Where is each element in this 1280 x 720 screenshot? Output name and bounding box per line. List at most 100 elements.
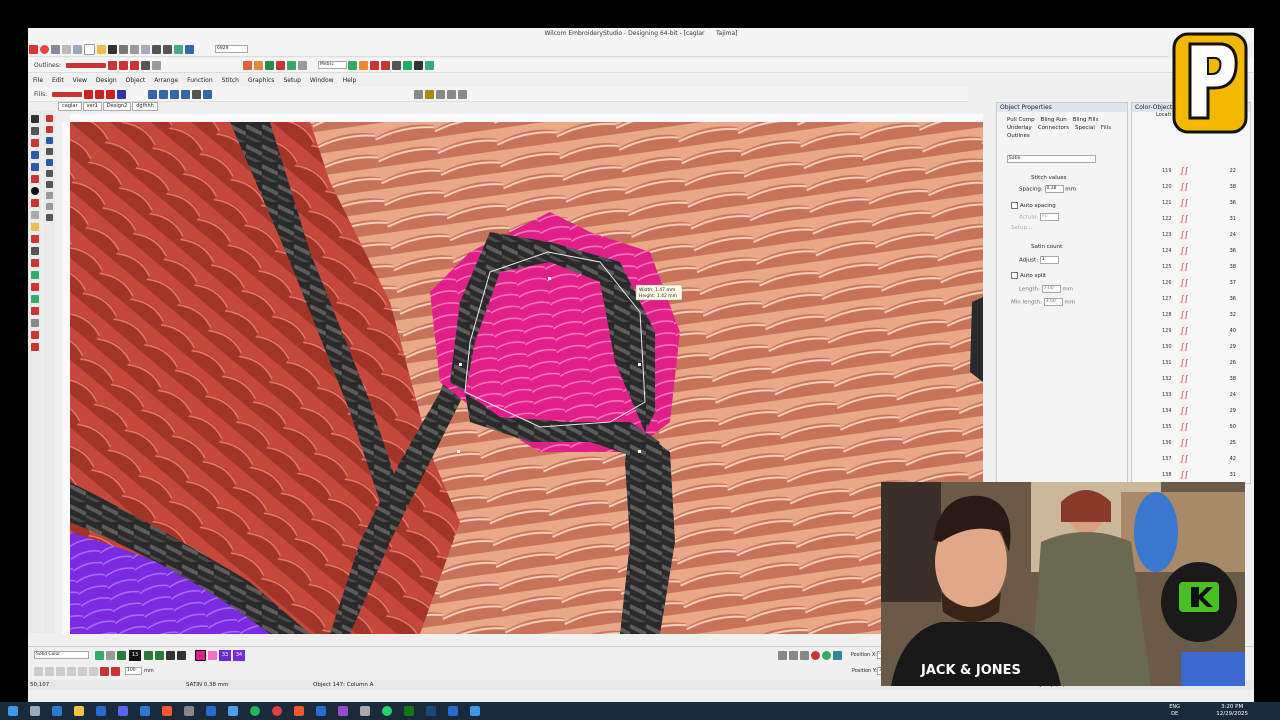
- polygon-icon[interactable]: [45, 214, 53, 221]
- discord-icon[interactable]: [118, 706, 128, 716]
- distribute-icon[interactable]: [458, 89, 468, 99]
- spacing-input[interactable]: 0.38: [1044, 185, 1064, 193]
- lettering-icon[interactable]: [31, 151, 39, 159]
- zoom-100-input[interactable]: 100: [125, 667, 142, 675]
- bling-icon[interactable]: [31, 331, 39, 339]
- hole-icon[interactable]: [31, 283, 39, 291]
- menu-arrange[interactable]: Arrange: [154, 77, 178, 84]
- color-object-row[interactable]: 121 ∫∫ 36: [1134, 195, 1244, 211]
- curve-icon[interactable]: [45, 181, 53, 188]
- auto-spacing-checkbox[interactable]: [1011, 202, 1018, 209]
- run-icon[interactable]: [107, 60, 117, 70]
- satin-outline-icon[interactable]: [151, 60, 161, 70]
- language-indicator[interactable]: ENG DE: [1169, 704, 1180, 718]
- setup-button[interactable]: Setup...: [1011, 225, 1032, 231]
- grid-icon[interactable]: [297, 60, 307, 70]
- paste-icon[interactable]: [141, 44, 150, 54]
- tab-connectors[interactable]: Connectors: [1038, 124, 1069, 132]
- tab-fills[interactable]: Fills: [1100, 124, 1112, 132]
- thread-13-swatch[interactable]: 13: [129, 649, 141, 661]
- stitch-edit-icon[interactable]: [31, 235, 39, 243]
- adjust-input[interactable]: 1: [1039, 256, 1059, 264]
- length-input[interactable]: 7.00: [1041, 285, 1061, 293]
- app-icon-17[interactable]: [360, 706, 370, 716]
- whatsapp-icon[interactable]: [382, 706, 392, 716]
- tab-bling-run[interactable]: Bling Run: [1041, 116, 1067, 124]
- menu-graphics[interactable]: Graphics: [248, 77, 275, 84]
- brave-icon[interactable]: [294, 706, 304, 716]
- min-length-input[interactable]: 3.50: [1043, 298, 1063, 306]
- tool-g-icon[interactable]: [100, 666, 109, 676]
- monogram-icon[interactable]: [402, 60, 412, 70]
- reshape-icon[interactable]: [148, 89, 158, 99]
- hoop-icon[interactable]: [174, 44, 183, 54]
- group-icon[interactable]: [414, 89, 424, 99]
- fill-patterns[interactable]: [52, 91, 83, 97]
- undo-icon[interactable]: [152, 44, 161, 54]
- tab-special[interactable]: Special: [1075, 124, 1095, 132]
- circle-tool-icon[interactable]: [31, 187, 39, 195]
- auto-split-checkbox[interactable]: [1011, 272, 1018, 279]
- brush-icon[interactable]: [155, 650, 164, 660]
- app-icon-7[interactable]: [140, 706, 150, 716]
- minus-icon[interactable]: [177, 650, 186, 660]
- copy-icon[interactable]: [73, 44, 82, 54]
- thread-pink-swatch[interactable]: [208, 650, 217, 660]
- column-tool-icon[interactable]: [31, 199, 39, 207]
- align-icon[interactable]: [424, 60, 434, 70]
- lock-icon[interactable]: [203, 89, 213, 99]
- metric-select[interactable]: Metric: [317, 61, 347, 69]
- color-object-row[interactable]: 122 ∫∫ 31: [1134, 211, 1244, 227]
- fill-type-select[interactable]: Satin: [1007, 155, 1096, 163]
- align-left-icon[interactable]: [436, 89, 446, 99]
- green-circle-icon[interactable]: [821, 650, 831, 660]
- menu-design[interactable]: Design: [96, 77, 117, 84]
- new-file-icon[interactable]: [84, 43, 95, 55]
- color-object-row[interactable]: 138 ∫∫ 31: [1134, 467, 1244, 483]
- color-object-row[interactable]: 120 ∫∫ 38: [1134, 179, 1244, 195]
- start-icon[interactable]: [8, 706, 18, 716]
- skew-icon[interactable]: [181, 89, 191, 99]
- fill-icon[interactable]: [253, 60, 263, 70]
- globe-icon[interactable]: [286, 60, 296, 70]
- tool-c-icon[interactable]: [56, 666, 65, 676]
- menu-window[interactable]: Window: [310, 77, 334, 84]
- reshape-tool-icon[interactable]: [31, 127, 39, 135]
- color-object-row[interactable]: 134 ∫∫ 29: [1134, 403, 1244, 419]
- menu-view[interactable]: View: [73, 77, 87, 84]
- menu-stitch[interactable]: Stitch: [222, 77, 239, 84]
- menu-object[interactable]: Object: [126, 77, 146, 84]
- pen2-icon[interactable]: [45, 126, 53, 133]
- rotate-icon[interactable]: [170, 89, 180, 99]
- color-icon[interactable]: [275, 60, 285, 70]
- menu-edit[interactable]: Edit: [52, 77, 64, 84]
- trim-icon[interactable]: [380, 60, 390, 70]
- fancy-fill-icon[interactable]: [95, 89, 105, 99]
- palette-icon[interactable]: [95, 650, 104, 660]
- wilcom-taskbar-icon[interactable]: [448, 706, 458, 716]
- color-object-row[interactable]: 119 ∫∫ 22: [1134, 163, 1244, 179]
- view-icon[interactable]: [777, 650, 787, 660]
- design-canvas[interactable]: Width: 1.47 mm Height: 1.42 mm: [70, 122, 983, 634]
- stop-icon[interactable]: [369, 60, 379, 70]
- save-icon[interactable]: [108, 44, 117, 54]
- color-object-row[interactable]: 129 ∫∫ 40: [1134, 323, 1244, 339]
- premiere-icon[interactable]: [338, 706, 348, 716]
- mirror-icon[interactable]: [159, 89, 169, 99]
- photoshop-icon[interactable]: [316, 706, 326, 716]
- xbox-icon[interactable]: [404, 706, 414, 716]
- print-icon[interactable]: [119, 44, 128, 54]
- branching-icon[interactable]: [31, 271, 39, 279]
- edge-icon[interactable]: [52, 706, 62, 716]
- color-object-row[interactable]: 123 ∫∫ 24: [1134, 227, 1244, 243]
- menu-help[interactable]: Help: [343, 77, 357, 84]
- redo-icon[interactable]: [163, 44, 172, 54]
- thread-34-swatch[interactable]: 34: [233, 649, 245, 661]
- tool-a-icon[interactable]: [34, 666, 43, 676]
- menu-setup[interactable]: Setup: [283, 77, 300, 84]
- tab-design2[interactable]: Design2: [102, 102, 132, 111]
- lock2-icon[interactable]: [425, 89, 435, 99]
- dot-icon[interactable]: [45, 159, 53, 166]
- align-center-icon[interactable]: [447, 89, 457, 99]
- line-icon[interactable]: [45, 170, 53, 177]
